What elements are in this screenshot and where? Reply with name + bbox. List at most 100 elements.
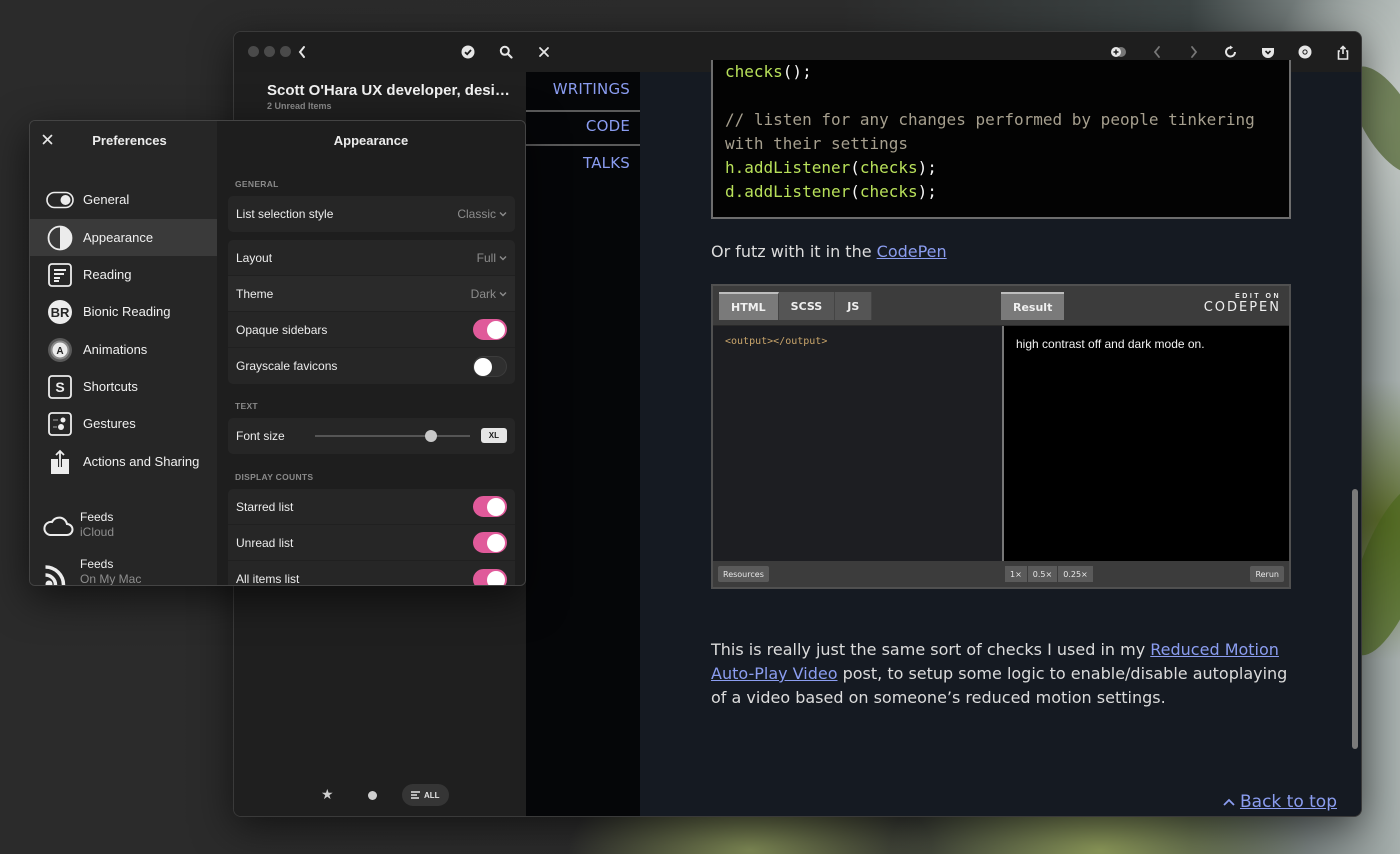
back-icon[interactable] bbox=[291, 42, 313, 62]
unread-filter-icon[interactable] bbox=[368, 791, 377, 800]
font-size-slider-knob[interactable] bbox=[425, 430, 438, 442]
sidebar-item-label: Bionic Reading bbox=[83, 304, 171, 319]
sidebar-item-label: Shortcuts bbox=[83, 379, 138, 394]
layout-select[interactable]: Full bbox=[477, 251, 507, 265]
list-selection-group: List selection style Classic bbox=[228, 196, 515, 232]
text-lines-icon bbox=[46, 262, 74, 287]
scrollbar[interactable] bbox=[1352, 489, 1358, 749]
animation-icon: A bbox=[46, 337, 74, 362]
codepen-tabs: HTML SCSS JS bbox=[719, 292, 873, 320]
reader-toggle-icon[interactable] bbox=[1108, 42, 1130, 62]
opaque-sidebars-toggle[interactable] bbox=[473, 319, 507, 340]
tab-html[interactable]: HTML bbox=[719, 292, 779, 320]
tab-js[interactable]: JS bbox=[835, 292, 873, 320]
codepen-link[interactable]: CodePen bbox=[877, 242, 947, 261]
nav-link-talks[interactable]: TALKS bbox=[583, 154, 630, 172]
resources-button[interactable]: Resources bbox=[718, 566, 769, 582]
feed-title: Scott O'Hara UX developer, designer & ac… bbox=[267, 82, 517, 99]
close-icon[interactable] bbox=[533, 42, 555, 62]
all-items-list-row: All items list bbox=[228, 561, 515, 585]
nav-link-writings[interactable]: WRITINGS bbox=[553, 80, 630, 98]
code-token: checks bbox=[859, 182, 918, 201]
font-size-slider[interactable] bbox=[315, 435, 470, 437]
setting-label: Starred list bbox=[236, 499, 294, 514]
sidebar-item-bionic-reading[interactable]: BR Bionic Reading bbox=[30, 293, 217, 330]
zoom-0-25x-button[interactable]: 0.25× bbox=[1058, 566, 1093, 582]
next-article-icon[interactable] bbox=[1183, 42, 1205, 62]
code-token: ); bbox=[917, 158, 937, 177]
preferences-sidebar: Preferences General Appearance Reading B… bbox=[30, 121, 217, 585]
setting-label: Font size bbox=[236, 429, 285, 443]
edit-on-codepen-link[interactable]: EDIT ON CODEPEN bbox=[1204, 293, 1281, 315]
back-to-top-label: Back to top bbox=[1239, 792, 1337, 812]
share-icon bbox=[46, 448, 74, 474]
all-items-list-toggle[interactable] bbox=[473, 568, 507, 585]
codepen-brand-name: CODEPEN bbox=[1203, 300, 1281, 315]
minimize-window-button[interactable] bbox=[264, 46, 275, 57]
back-to-top-link[interactable]: Back to top bbox=[1223, 792, 1337, 812]
editor-code: <output></output> bbox=[725, 336, 828, 347]
theme-row[interactable]: Theme Dark bbox=[228, 276, 515, 312]
pane-title: Appearance bbox=[333, 133, 409, 148]
sidebar-item-label: Appearance bbox=[83, 230, 154, 245]
zoom-1x-button[interactable]: 1× bbox=[1005, 566, 1027, 582]
list-icon bbox=[411, 791, 420, 799]
site-nav: WRITINGS CODE TALKS bbox=[526, 72, 640, 816]
sidebar-item-reading[interactable]: Reading bbox=[30, 256, 217, 293]
theme-select[interactable]: Dark bbox=[471, 287, 507, 301]
sidebar-item-animations[interactable]: A Animations bbox=[30, 331, 217, 368]
nav-link-code[interactable]: CODE bbox=[586, 117, 630, 135]
sidebar-item-general[interactable]: General bbox=[30, 181, 217, 218]
sidebar-item-label: Gestures bbox=[83, 416, 136, 431]
codepen-editor[interactable]: <output></output> bbox=[713, 326, 1002, 561]
paragraph-text: Or futz with it in the bbox=[711, 242, 877, 261]
starred-filter-icon[interactable]: ★ bbox=[321, 786, 334, 803]
starred-list-toggle[interactable] bbox=[473, 496, 507, 517]
list-selection-style-row[interactable]: List selection style Classic bbox=[228, 196, 515, 232]
sidebar-item-shortcuts[interactable]: S Shortcuts bbox=[30, 368, 217, 405]
prev-article-icon[interactable] bbox=[1146, 42, 1168, 62]
reload-icon[interactable] bbox=[1220, 42, 1242, 62]
svg-text:S: S bbox=[55, 379, 64, 395]
mark-read-icon[interactable] bbox=[457, 42, 479, 62]
close-window-button[interactable] bbox=[248, 46, 259, 57]
sidebar-item-gestures[interactable]: Gestures bbox=[30, 405, 217, 442]
layout-row[interactable]: Layout Full bbox=[228, 240, 515, 276]
section-header-general: GENERAL bbox=[235, 179, 279, 189]
code-line: // listen for any changes performed by p… bbox=[725, 108, 1277, 132]
sidebar-item-appearance[interactable]: Appearance bbox=[30, 219, 217, 256]
zoom-0-5x-button[interactable]: 0.5× bbox=[1027, 566, 1058, 582]
chrome-icon[interactable] bbox=[1294, 42, 1316, 62]
zoom-window-button[interactable] bbox=[280, 46, 291, 57]
code-line: d.addListener(checks); bbox=[725, 180, 1277, 204]
code-token: // listen for any changes performed by p… bbox=[725, 110, 1255, 129]
half-circle-icon bbox=[46, 225, 74, 250]
pocket-icon[interactable] bbox=[1257, 42, 1279, 62]
chevron-down-icon bbox=[499, 255, 507, 260]
section-header-text: TEXT bbox=[235, 401, 258, 411]
grayscale-favicons-row: Grayscale favicons bbox=[228, 348, 515, 384]
grayscale-favicons-toggle[interactable] bbox=[473, 355, 507, 377]
setting-label: Grayscale favicons bbox=[236, 359, 338, 373]
appearance-pane: Appearance GENERAL List selection style … bbox=[217, 121, 525, 585]
feed-source-subtitle: iCloud bbox=[80, 525, 115, 539]
svg-text:A: A bbox=[56, 346, 63, 357]
all-filter-button[interactable]: ALL bbox=[402, 784, 449, 806]
tab-result[interactable]: Result bbox=[1001, 292, 1065, 320]
code-token: ( bbox=[850, 182, 860, 201]
setting-label: Theme bbox=[236, 286, 274, 301]
sidebar-item-actions-sharing[interactable]: Actions and Sharing bbox=[30, 443, 217, 480]
code-token: checks bbox=[725, 62, 783, 81]
search-icon[interactable] bbox=[495, 42, 517, 62]
code-line: h.addListener(checks); bbox=[725, 156, 1277, 180]
code-token: h.addListener bbox=[725, 158, 851, 177]
feed-source-on-my-mac[interactable]: Feeds On My Mac bbox=[42, 557, 212, 585]
tab-scss[interactable]: SCSS bbox=[778, 292, 836, 320]
opaque-sidebars-row: Opaque sidebars bbox=[228, 312, 515, 348]
rerun-button[interactable]: Rerun bbox=[1250, 566, 1284, 582]
share-icon[interactable] bbox=[1332, 42, 1354, 62]
setting-label: List selection style bbox=[236, 207, 334, 221]
feed-source-icloud[interactable]: Feeds iCloud bbox=[42, 510, 212, 544]
list-selection-style-select[interactable]: Classic bbox=[457, 207, 507, 221]
unread-list-toggle[interactable] bbox=[473, 532, 507, 553]
